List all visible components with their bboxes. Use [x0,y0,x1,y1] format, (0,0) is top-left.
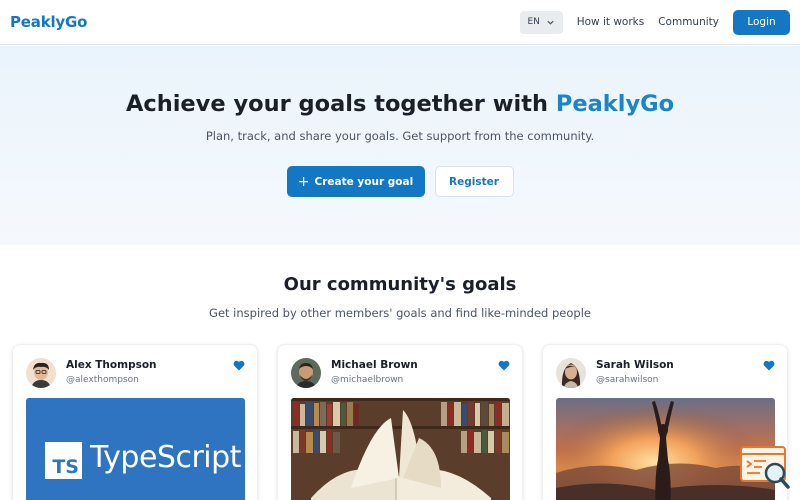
avatar-image [556,358,586,388]
top-navbar: PeaklyGo EN How it works Community Login [0,0,800,45]
book-illustration [291,398,510,500]
login-button[interactable]: Login [733,9,790,35]
typescript-badge: TS [45,442,82,479]
language-label: EN [527,17,540,27]
heart-icon[interactable] [763,360,775,371]
language-select[interactable]: EN [519,10,563,34]
hero-title-brand: PeaklyGo [555,91,675,117]
hero-subtitle: Plan, track, and share your goals. Get s… [205,129,595,143]
goal-image-typescript[interactable]: TS TypeScript [26,398,245,500]
community-title: Our community's goals [283,274,517,295]
nav-bar: EN How it works Community Login [519,9,790,35]
create-goal-button[interactable]: + Create your goal [286,166,425,197]
register-button[interactable]: Register [434,166,514,197]
hero-title: Achieve your goals together with PeaklyG… [0,91,800,117]
avatar-image [291,358,321,388]
goal-image-book[interactable] [291,398,510,500]
user-name[interactable]: Alex Thompson [66,359,157,371]
user-handle: @sarahwilson [596,375,659,385]
logo[interactable]: PeaklyGo [10,13,87,31]
nav-link-how-it-works[interactable]: How it works [577,16,645,28]
user-handle: @michaelbrown [331,375,404,385]
plus-icon: + [297,173,310,190]
avatar[interactable] [291,358,321,388]
chevron-down-icon [547,20,554,25]
typescript-wordmark: TypeScript [90,440,241,475]
hero-actions: + Create your goal Register [0,166,800,197]
user-handle: @alexthompson [66,375,139,385]
hero-title-prefix: Achieve your goals together with [125,91,549,117]
community-subtitle: Get inspired by other members' goals and… [209,306,591,320]
goal-card[interactable]: Michael Brown @michaelbrown [277,344,523,500]
create-goal-label: Create your goal [314,175,414,188]
heart-icon[interactable] [233,360,245,371]
hero-section: Achieve your goals together with PeaklyG… [0,46,800,245]
avatar[interactable] [26,358,56,388]
user-name[interactable]: Sarah Wilson [596,359,674,371]
avatar[interactable] [556,358,586,388]
search-code-icon[interactable] [740,446,790,490]
goal-card[interactable]: Alex Thompson @alexthompson TS TypeScrip… [12,344,258,500]
user-name[interactable]: Michael Brown [331,359,418,371]
heart-icon[interactable] [498,360,510,371]
avatar-image [26,358,56,388]
nav-link-community[interactable]: Community [658,16,719,28]
